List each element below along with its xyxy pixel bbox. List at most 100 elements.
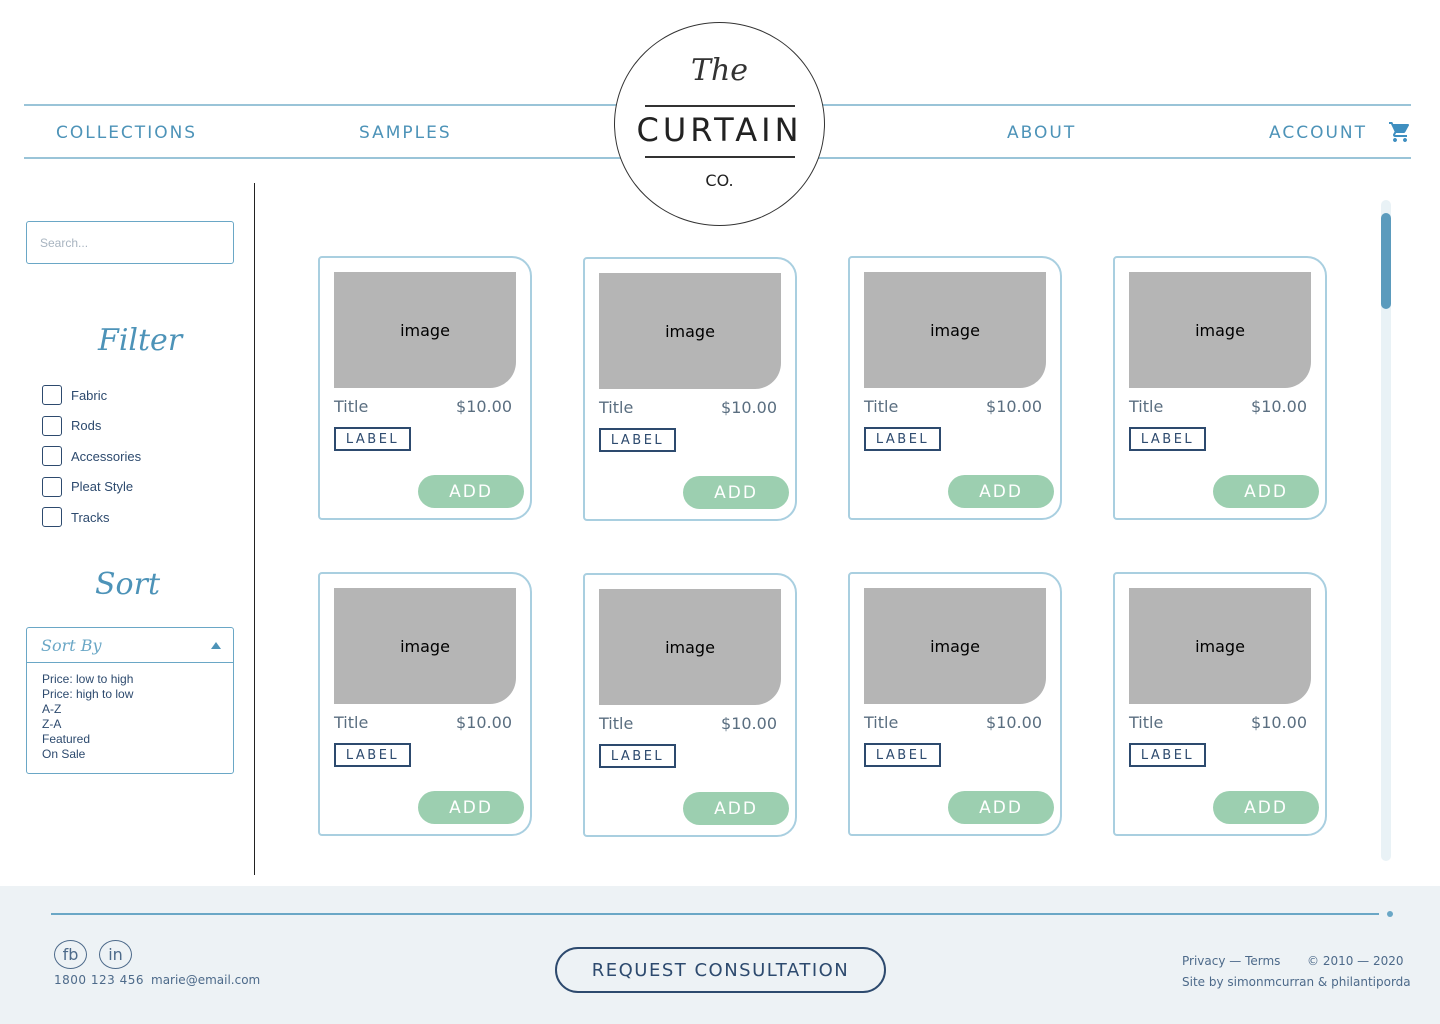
footer-email[interactable]: marie@email.com — [151, 973, 260, 987]
add-to-cart-button[interactable]: ADD — [948, 791, 1054, 824]
product-image: image — [334, 272, 516, 388]
brand-logo[interactable]: The CURTAIN CO. — [614, 22, 825, 226]
product-label-badge: LABEL — [599, 744, 676, 768]
filter-item-pleat-style[interactable]: Pleat Style — [42, 472, 141, 503]
nav-link-about[interactable]: ABOUT — [1007, 123, 1076, 143]
checkbox[interactable] — [42, 446, 62, 467]
product-image: image — [1129, 588, 1311, 704]
filter-heading: Filter — [98, 323, 183, 358]
product-title: Title — [1129, 397, 1164, 416]
product-label-badge: LABEL — [1129, 743, 1206, 767]
nav-link-collections[interactable]: COLLECTIONS — [56, 123, 197, 143]
product-label-badge: LABEL — [864, 743, 941, 767]
nav-link-account[interactable]: ACCOUNT — [1269, 123, 1367, 143]
product-image: image — [334, 588, 516, 704]
footer-legal-links[interactable]: Privacy — Terms — [1182, 954, 1280, 968]
add-to-cart-button[interactable]: ADD — [948, 475, 1054, 508]
product-label-badge: LABEL — [334, 743, 411, 767]
logo-the-script: The — [690, 53, 749, 88]
add-to-cart-button[interactable]: ADD — [1213, 475, 1319, 508]
sort-option[interactable]: Featured — [42, 732, 233, 747]
add-to-cart-button[interactable]: ADD — [418, 791, 524, 824]
product-card: image Title $10.00 LABEL ADD — [848, 572, 1062, 836]
product-image: image — [599, 589, 781, 705]
filter-label: Rods — [71, 418, 102, 434]
logo-wordmark: CURTAIN — [636, 111, 803, 149]
footer-copyright: © 2010 — 2020 — [1307, 954, 1404, 968]
linkedin-icon[interactable]: in — [99, 940, 132, 969]
product-title: Title — [864, 397, 899, 416]
search-input[interactable] — [26, 221, 234, 264]
product-price: $10.00 — [1251, 713, 1307, 732]
facebook-icon[interactable]: fb — [54, 940, 87, 969]
product-price: $10.00 — [1251, 397, 1307, 416]
footer-rule-dot — [1387, 911, 1393, 917]
product-label-badge: LABEL — [599, 428, 676, 452]
product-price: $10.00 — [456, 397, 512, 416]
footer-credit: Site by simonmcurran & philantiporda — [1182, 975, 1411, 989]
add-to-cart-button[interactable]: ADD — [1213, 791, 1319, 824]
shopping-cart-icon[interactable] — [1388, 120, 1412, 144]
logo-lower-rule — [645, 156, 795, 158]
product-card: image Title $10.00 LABEL ADD — [583, 257, 797, 521]
filter-item-rods[interactable]: Rods — [42, 411, 141, 442]
product-card: image Title $10.00 LABEL ADD — [318, 572, 532, 836]
add-to-cart-button[interactable]: ADD — [683, 792, 789, 825]
product-image: image — [864, 272, 1046, 388]
product-label-badge: LABEL — [1129, 427, 1206, 451]
filter-list: Fabric Rods Accessories Pleat Style Trac… — [42, 380, 141, 533]
logo-upper-rule — [645, 105, 795, 107]
product-price: $10.00 — [721, 714, 777, 733]
add-to-cart-button[interactable]: ADD — [418, 475, 524, 508]
scrollbar-thumb[interactable] — [1381, 213, 1391, 309]
filter-label: Tracks — [71, 509, 110, 525]
product-title: Title — [599, 398, 634, 417]
footer-phone[interactable]: 1800 123 456 — [54, 973, 144, 987]
product-price: $10.00 — [721, 398, 777, 417]
product-card: image Title $10.00 LABEL ADD — [583, 573, 797, 837]
sort-option[interactable]: Price: high to low — [42, 687, 233, 702]
filter-item-fabric[interactable]: Fabric — [42, 380, 141, 411]
sort-by-label: Sort By — [41, 635, 102, 655]
product-image: image — [599, 273, 781, 389]
checkbox[interactable] — [42, 385, 62, 406]
checkbox[interactable] — [42, 507, 62, 528]
sort-option[interactable]: A-Z — [42, 702, 233, 717]
sort-by-toggle[interactable]: Sort By — [27, 628, 233, 663]
sort-options-list: Price: low to high Price: high to low A-… — [27, 663, 233, 762]
sort-dropdown: Sort By Price: low to high Price: high t… — [26, 627, 234, 774]
sort-option[interactable]: On Sale — [42, 747, 233, 762]
product-title: Title — [599, 714, 634, 733]
filter-label: Pleat Style — [71, 479, 134, 495]
product-title: Title — [864, 713, 899, 732]
filter-item-tracks[interactable]: Tracks — [42, 502, 141, 533]
filter-item-accessories[interactable]: Accessories — [42, 441, 141, 472]
footer: fb in 1800 123 456 marie@email.com REQUE… — [0, 886, 1440, 1024]
sort-option[interactable]: Z-A — [42, 717, 233, 732]
logo-suffix: CO. — [705, 171, 734, 190]
sort-option[interactable]: Price: low to high — [42, 672, 233, 687]
filter-label: Accessories — [71, 448, 142, 464]
product-image: image — [1129, 272, 1311, 388]
product-label-badge: LABEL — [864, 427, 941, 451]
sort-heading: Sort — [95, 567, 161, 602]
product-price: $10.00 — [986, 713, 1042, 732]
add-to-cart-button[interactable]: ADD — [683, 476, 789, 509]
footer-rule — [51, 913, 1379, 915]
product-card: image Title $10.00 LABEL ADD — [848, 256, 1062, 520]
product-label-badge: LABEL — [334, 427, 411, 451]
product-card: image Title $10.00 LABEL ADD — [1113, 256, 1327, 520]
nav-link-samples[interactable]: SAMPLES — [359, 123, 452, 143]
product-title: Title — [334, 713, 369, 732]
request-consultation-button[interactable]: REQUEST CONSULTATION — [555, 947, 886, 993]
filter-label: Fabric — [71, 387, 108, 403]
product-price: $10.00 — [456, 713, 512, 732]
product-image: image — [864, 588, 1046, 704]
caret-up-icon — [211, 641, 221, 649]
product-title: Title — [334, 397, 369, 416]
product-card: image Title $10.00 LABEL ADD — [1113, 572, 1327, 836]
product-card: image Title $10.00 LABEL ADD — [318, 256, 532, 520]
checkbox[interactable] — [42, 415, 62, 436]
checkbox[interactable] — [42, 476, 62, 497]
product-title: Title — [1129, 713, 1164, 732]
